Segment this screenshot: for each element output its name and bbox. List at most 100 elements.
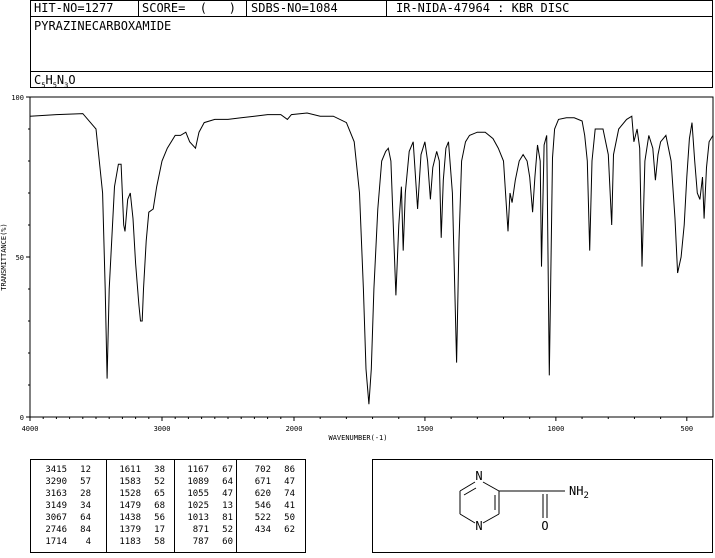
y-tick-label: 50 xyxy=(16,254,24,262)
peak-wavenumber: 434 xyxy=(254,525,271,535)
peak-wavenumber: 3290 xyxy=(45,477,67,487)
peak-column: 1167 67 1089 64 1055 47 1025 13 1013 81 871 52 787 60 xyxy=(179,464,233,548)
peak-wavenumber: 620 xyxy=(254,489,271,499)
peak-row xyxy=(241,536,295,548)
bond xyxy=(482,513,500,524)
peak-transmittance: 64 xyxy=(222,477,233,487)
peak-transmittance: 41 xyxy=(284,501,295,511)
peak-transmittance: 65 xyxy=(154,489,165,499)
x-axis: 4000 3000 2000 1500 1000 500 xyxy=(22,417,693,433)
peak-row: 620 74 xyxy=(241,488,295,500)
peak-row: 702 86 xyxy=(241,464,295,476)
pyrazinecarboxamide-structure: N N O NH2 xyxy=(459,469,589,533)
peak-row: 3163 28 xyxy=(37,488,91,500)
peak-table: 3415 12 3290 57 3163 28 3149 34 3067 64 2746 84 1714… xyxy=(30,459,306,553)
nitrogen-atom: N xyxy=(475,469,482,483)
x-tick-label: 500 xyxy=(680,425,693,433)
peak-row: 434 62 xyxy=(241,524,295,536)
y-tick-label: 0 xyxy=(20,414,24,422)
peak-transmittance: 67 xyxy=(222,465,233,475)
peak-row: 1183 58 xyxy=(111,536,165,548)
x-tick-label: 4000 xyxy=(22,425,39,433)
x-tick-label: 3000 xyxy=(154,425,171,433)
peak-wavenumber: 522 xyxy=(254,513,271,523)
peak-transmittance: 52 xyxy=(154,477,165,487)
peak-wavenumber: 702 xyxy=(254,465,271,475)
peak-row: 522 50 xyxy=(241,512,295,524)
peak-row: 3149 34 xyxy=(37,500,91,512)
peak-wavenumber: 1167 xyxy=(187,465,209,475)
peak-column: 702 86 671 47 620 74 546 41 522 50 434 62 xyxy=(241,464,295,548)
peak-transmittance: 62 xyxy=(284,525,295,535)
peak-row: 1438 56 xyxy=(111,512,165,524)
peak-transmittance: 12 xyxy=(80,465,91,475)
peak-wavenumber: 1013 xyxy=(187,513,209,523)
peak-row: 3290 57 xyxy=(37,476,91,488)
bond xyxy=(463,487,477,496)
peak-row: 871 52 xyxy=(179,524,233,536)
peak-wavenumber: 1379 xyxy=(119,525,141,535)
peak-transmittance: 4 xyxy=(85,537,91,547)
peak-transmittance: 58 xyxy=(154,537,165,547)
y-axis-label: TRANSMITTANCE(%) xyxy=(0,223,8,290)
amine-group: NH2 xyxy=(569,484,589,501)
peak-wavenumber: 1583 xyxy=(119,477,141,487)
peak-row: 1013 81 xyxy=(179,512,233,524)
peak-transmittance: 17 xyxy=(154,525,165,535)
peak-transmittance: 38 xyxy=(154,465,165,475)
peak-wavenumber: 871 xyxy=(192,525,209,535)
bond xyxy=(482,481,500,492)
oxygen-atom: O xyxy=(541,519,548,533)
y-tick-label: 100 xyxy=(11,94,24,102)
peak-row: 1583 52 xyxy=(111,476,165,488)
structure-box: N N O NH2 xyxy=(372,459,713,553)
peak-wavenumber: 1479 xyxy=(119,501,141,511)
peak-transmittance: 50 xyxy=(284,513,295,523)
peak-wavenumber: 3149 xyxy=(45,501,67,511)
peak-wavenumber: 2746 xyxy=(45,525,67,535)
peak-wavenumber: 671 xyxy=(254,477,271,487)
peak-row: 546 41 xyxy=(241,500,295,512)
peak-row: 1714 4 xyxy=(37,536,91,548)
peak-transmittance: 57 xyxy=(80,477,91,487)
ir-spectrum-chart: 100500 4000 3000 2000 1500 1000 500 TRANSMITT… xyxy=(0,94,714,442)
peak-row: 1089 64 xyxy=(179,476,233,488)
peak-wavenumber: 787 xyxy=(192,537,209,547)
peak-transmittance: 64 xyxy=(80,513,91,523)
peak-transmittance: 34 xyxy=(80,501,91,511)
peak-transmittance: 60 xyxy=(222,537,233,547)
peak-transmittance: 47 xyxy=(284,477,295,487)
x-axis-label: WAVENUMBER(-1) xyxy=(328,434,387,442)
nitrogen-atom: N xyxy=(475,519,482,533)
peak-row: 3067 64 xyxy=(37,512,91,524)
peak-row: 671 47 xyxy=(241,476,295,488)
peak-wavenumber: 1025 xyxy=(187,501,209,511)
column-divider xyxy=(106,460,107,552)
column-divider xyxy=(236,460,237,552)
peak-wavenumber: 1183 xyxy=(119,537,141,547)
peak-row: 1055 47 xyxy=(179,488,233,500)
peak-wavenumber: 1611 xyxy=(119,465,141,475)
peak-wavenumber: 1055 xyxy=(187,489,209,499)
x-tick-label: 1500 xyxy=(417,425,434,433)
peak-transmittance: 52 xyxy=(222,525,233,535)
peak-row: 1528 65 xyxy=(111,488,165,500)
peak-column: 3415 12 3290 57 3163 28 3149 34 3067 64 2746 84 1714… xyxy=(37,464,91,548)
peak-transmittance: 74 xyxy=(284,489,295,499)
peak-row: 1167 67 xyxy=(179,464,233,476)
peak-wavenumber: 3415 xyxy=(45,465,67,475)
spectrum-line xyxy=(29,112,714,405)
column-divider xyxy=(174,460,175,552)
peak-transmittance: 86 xyxy=(284,465,295,475)
x-tick-label: 1000 xyxy=(547,425,564,433)
x-tick-label: 2000 xyxy=(286,425,303,433)
peak-row: 1379 17 xyxy=(111,524,165,536)
peak-row: 3415 12 xyxy=(37,464,91,476)
peak-wavenumber: 3067 xyxy=(45,513,67,523)
peak-wavenumber: 1528 xyxy=(119,489,141,499)
peak-row: 1479 68 xyxy=(111,500,165,512)
y-axis: 100 50 0 xyxy=(11,94,30,422)
peak-transmittance: 56 xyxy=(154,513,165,523)
peak-column: 1611 38 1583 52 1528 65 1479 68 1438 56 1379 17 1183… xyxy=(111,464,165,548)
peak-transmittance: 47 xyxy=(222,489,233,499)
